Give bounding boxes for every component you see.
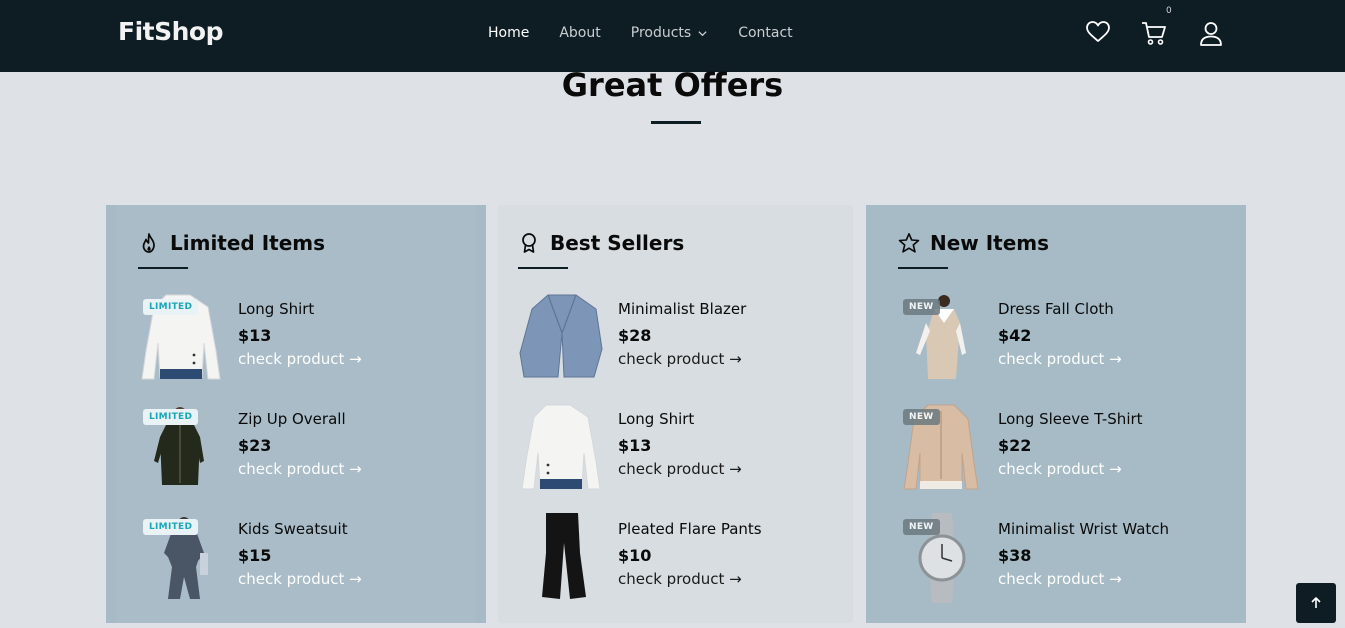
card-title: Limited Items bbox=[170, 231, 326, 255]
product-image-minimalist-blazer[interactable] bbox=[518, 293, 608, 383]
limited-badge: LIMITED bbox=[143, 409, 199, 425]
user-icon bbox=[1200, 22, 1222, 46]
check-product-link[interactable]: check product → bbox=[998, 570, 1122, 588]
product-item: LIMITED Kids Sweatsuit $15 check product… bbox=[138, 513, 458, 603]
product-name: Dress Fall Cloth bbox=[998, 300, 1114, 318]
product-price: $28 bbox=[618, 326, 652, 345]
product-image-pleated-flare-pants[interactable] bbox=[518, 513, 608, 603]
product-name: Kids Sweatsuit bbox=[238, 520, 348, 538]
heart-icon bbox=[1086, 21, 1110, 42]
product-item: Pleated Flare Pants $10 check product → bbox=[518, 513, 838, 603]
check-product-link[interactable]: check product → bbox=[998, 460, 1122, 478]
product-price: $10 bbox=[618, 546, 652, 565]
limited-badge: LIMITED bbox=[143, 519, 199, 535]
check-product-link[interactable]: check product → bbox=[618, 350, 742, 368]
product-item: NEW Dress Fall Cloth $42 check product → bbox=[898, 293, 1218, 383]
product-item: LIMITED Zip Up Overall $23 check product… bbox=[138, 403, 458, 493]
product-item: Minimalist Blazer $28 check product → bbox=[518, 293, 838, 383]
cart-count-badge: 0 bbox=[1166, 6, 1172, 16]
product-price: $22 bbox=[998, 436, 1032, 455]
product-name: Pleated Flare Pants bbox=[618, 520, 762, 538]
flame-icon bbox=[142, 233, 155, 253]
nav-home[interactable]: Home bbox=[488, 25, 529, 41]
new-badge: NEW bbox=[903, 409, 940, 425]
nav-products[interactable]: Products bbox=[631, 25, 708, 41]
product-name: Long Sleeve T-Shirt bbox=[998, 410, 1143, 428]
navbar: FitShop Home About Products Contact 0 bbox=[0, 0, 1345, 72]
check-product-link[interactable]: check product → bbox=[238, 350, 362, 368]
product-item: NEW Long Sleeve T-Shirt $22 check produc… bbox=[898, 403, 1218, 493]
product-name: Long Shirt bbox=[618, 410, 695, 428]
card-best-sellers: Best Sellers Minimalist Blazer $28 check… bbox=[498, 205, 853, 623]
card-limited-items: Limited Items LIMITED Long Shirt $13 che… bbox=[106, 205, 486, 623]
product-price: $42 bbox=[998, 326, 1032, 345]
check-product-link[interactable]: check product → bbox=[998, 350, 1122, 368]
nav-about[interactable]: About bbox=[559, 25, 600, 41]
nav-products-label: Products bbox=[630, 25, 692, 41]
product-price: $15 bbox=[238, 546, 272, 565]
product-price: $13 bbox=[618, 436, 652, 455]
card-title-underline bbox=[138, 267, 188, 269]
card-header: Limited Items bbox=[138, 231, 325, 255]
card-title-underline bbox=[518, 267, 568, 269]
new-badge: NEW bbox=[903, 519, 940, 535]
product-name: Minimalist Wrist Watch bbox=[998, 520, 1170, 538]
product-name: Minimalist Blazer bbox=[618, 300, 747, 318]
title-underline bbox=[651, 121, 701, 124]
back-to-top-button[interactable] bbox=[1296, 583, 1336, 623]
nav-contact[interactable]: Contact bbox=[738, 25, 792, 41]
check-product-link[interactable]: check product → bbox=[238, 460, 362, 478]
product-name: Long Shirt bbox=[238, 300, 315, 318]
product-price: $13 bbox=[238, 326, 272, 345]
product-image-long-shirt[interactable] bbox=[518, 403, 608, 493]
product-item: Long Shirt $13 check product → bbox=[518, 403, 838, 493]
check-product-link[interactable]: check product → bbox=[618, 570, 742, 588]
wishlist-button[interactable] bbox=[1085, 20, 1111, 44]
product-price: $23 bbox=[238, 436, 272, 455]
card-title: New Items bbox=[930, 231, 1050, 255]
cart-icon bbox=[1142, 22, 1166, 45]
new-badge: NEW bbox=[903, 299, 940, 315]
card-header: New Items bbox=[898, 231, 1049, 255]
limited-badge: LIMITED bbox=[143, 299, 199, 315]
section-title: Great Offers bbox=[561, 66, 784, 104]
award-icon bbox=[522, 233, 536, 253]
cart-button[interactable] bbox=[1141, 20, 1167, 46]
product-name: Zip Up Overall bbox=[238, 410, 346, 428]
star-icon bbox=[898, 233, 920, 253]
card-header: Best Sellers bbox=[518, 231, 684, 255]
nav-links: Home About Products Contact bbox=[488, 25, 823, 41]
arrow-up-icon bbox=[1311, 597, 1321, 608]
product-item: LIMITED Long Shirt $13 check product → bbox=[138, 293, 458, 383]
chevron-down-icon bbox=[698, 30, 707, 36]
product-price: $38 bbox=[998, 546, 1032, 565]
card-title-underline bbox=[898, 267, 948, 269]
check-product-link[interactable]: check product → bbox=[618, 460, 742, 478]
brand-logo[interactable]: FitShop bbox=[118, 17, 223, 46]
card-new-items: New Items NEW Dress Fall Cloth $42 check… bbox=[866, 205, 1246, 623]
product-item: NEW Minimalist Wrist Watch $38 check pro… bbox=[898, 513, 1218, 603]
account-button[interactable] bbox=[1199, 21, 1223, 47]
check-product-link[interactable]: check product → bbox=[238, 570, 362, 588]
card-title: Best Sellers bbox=[550, 231, 685, 255]
